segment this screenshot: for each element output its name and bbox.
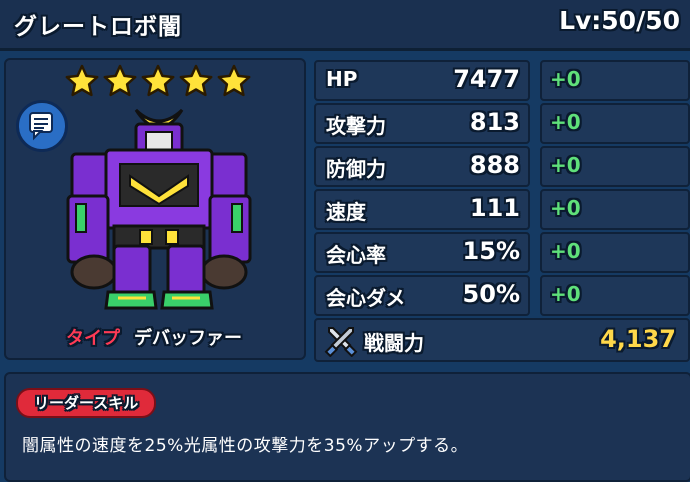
stat-row-hp: HP 7477 bbox=[314, 60, 530, 101]
star-icon bbox=[217, 64, 251, 97]
stat-value: 111 bbox=[469, 194, 520, 222]
bonus-box: +0 bbox=[540, 189, 690, 230]
stat-label: 攻撃力 bbox=[326, 114, 386, 138]
bonus-value: +0 bbox=[550, 110, 581, 134]
stat-label: 会心率 bbox=[326, 243, 386, 267]
bonus-box: +0 bbox=[540, 275, 690, 316]
bonus-box: +0 bbox=[540, 146, 690, 187]
stat-value: 813 bbox=[469, 108, 520, 136]
star-icon bbox=[141, 64, 175, 97]
type-row: タイプ デバッファー bbox=[66, 324, 242, 350]
bonus-value: +0 bbox=[550, 196, 581, 220]
stat-value: 7477 bbox=[453, 65, 520, 93]
stat-label: HP bbox=[326, 67, 358, 91]
bonus-value: +0 bbox=[550, 282, 581, 306]
bonus-box: +0 bbox=[540, 60, 690, 101]
bonus-value: +0 bbox=[550, 153, 581, 177]
stat-value: 888 bbox=[469, 151, 520, 179]
star-icon bbox=[65, 64, 99, 97]
bonus-box: +0 bbox=[540, 103, 690, 144]
stat-row-crit-damage: 会心ダメ 50% bbox=[314, 275, 530, 316]
level-indicator: Lv:50/50 bbox=[559, 6, 680, 35]
combat-power-value: 4,137 bbox=[600, 325, 676, 353]
combat-power-row: 戦闘力 4,137 bbox=[314, 318, 690, 362]
robot-character-portrait bbox=[66, 108, 252, 310]
leader-skill-tag: リーダースキル bbox=[16, 388, 157, 418]
leader-skill-description: 闇属性の速度を25%光属性の攻撃力を35%アップする。 bbox=[22, 436, 469, 456]
leader-skill-panel: リーダースキル 闇属性の速度を25%光属性の攻撃力を35%アップする。 bbox=[4, 372, 690, 482]
bonus-value: +0 bbox=[550, 239, 581, 263]
type-label: タイプ bbox=[66, 328, 120, 349]
star-icon bbox=[103, 64, 137, 97]
stat-value: 15% bbox=[462, 237, 520, 265]
type-value: デバッファー bbox=[134, 328, 242, 349]
portrait-panel: タイプ デバッファー bbox=[4, 58, 306, 360]
character-name: グレートロボ闇 bbox=[14, 14, 182, 40]
stat-label: 会心ダメ bbox=[326, 286, 406, 310]
stat-row-attack: 攻撃力 813 bbox=[314, 103, 530, 144]
header-bar: グレートロボ闇 Lv:50/50 bbox=[0, 0, 690, 51]
stat-row-defense: 防御力 888 bbox=[314, 146, 530, 187]
crossed-swords-icon bbox=[324, 327, 358, 357]
stat-label: 防御力 bbox=[326, 157, 386, 181]
stat-row-crit-rate: 会心率 15% bbox=[314, 232, 530, 273]
bonus-box: +0 bbox=[540, 232, 690, 273]
combat-power-label: 戦闘力 bbox=[364, 331, 424, 355]
stat-label: 速度 bbox=[326, 200, 366, 224]
bonus-value: +0 bbox=[550, 67, 581, 91]
star-icon bbox=[179, 64, 213, 97]
stat-value: 50% bbox=[462, 280, 520, 308]
stat-row-speed: 速度 111 bbox=[314, 189, 530, 230]
